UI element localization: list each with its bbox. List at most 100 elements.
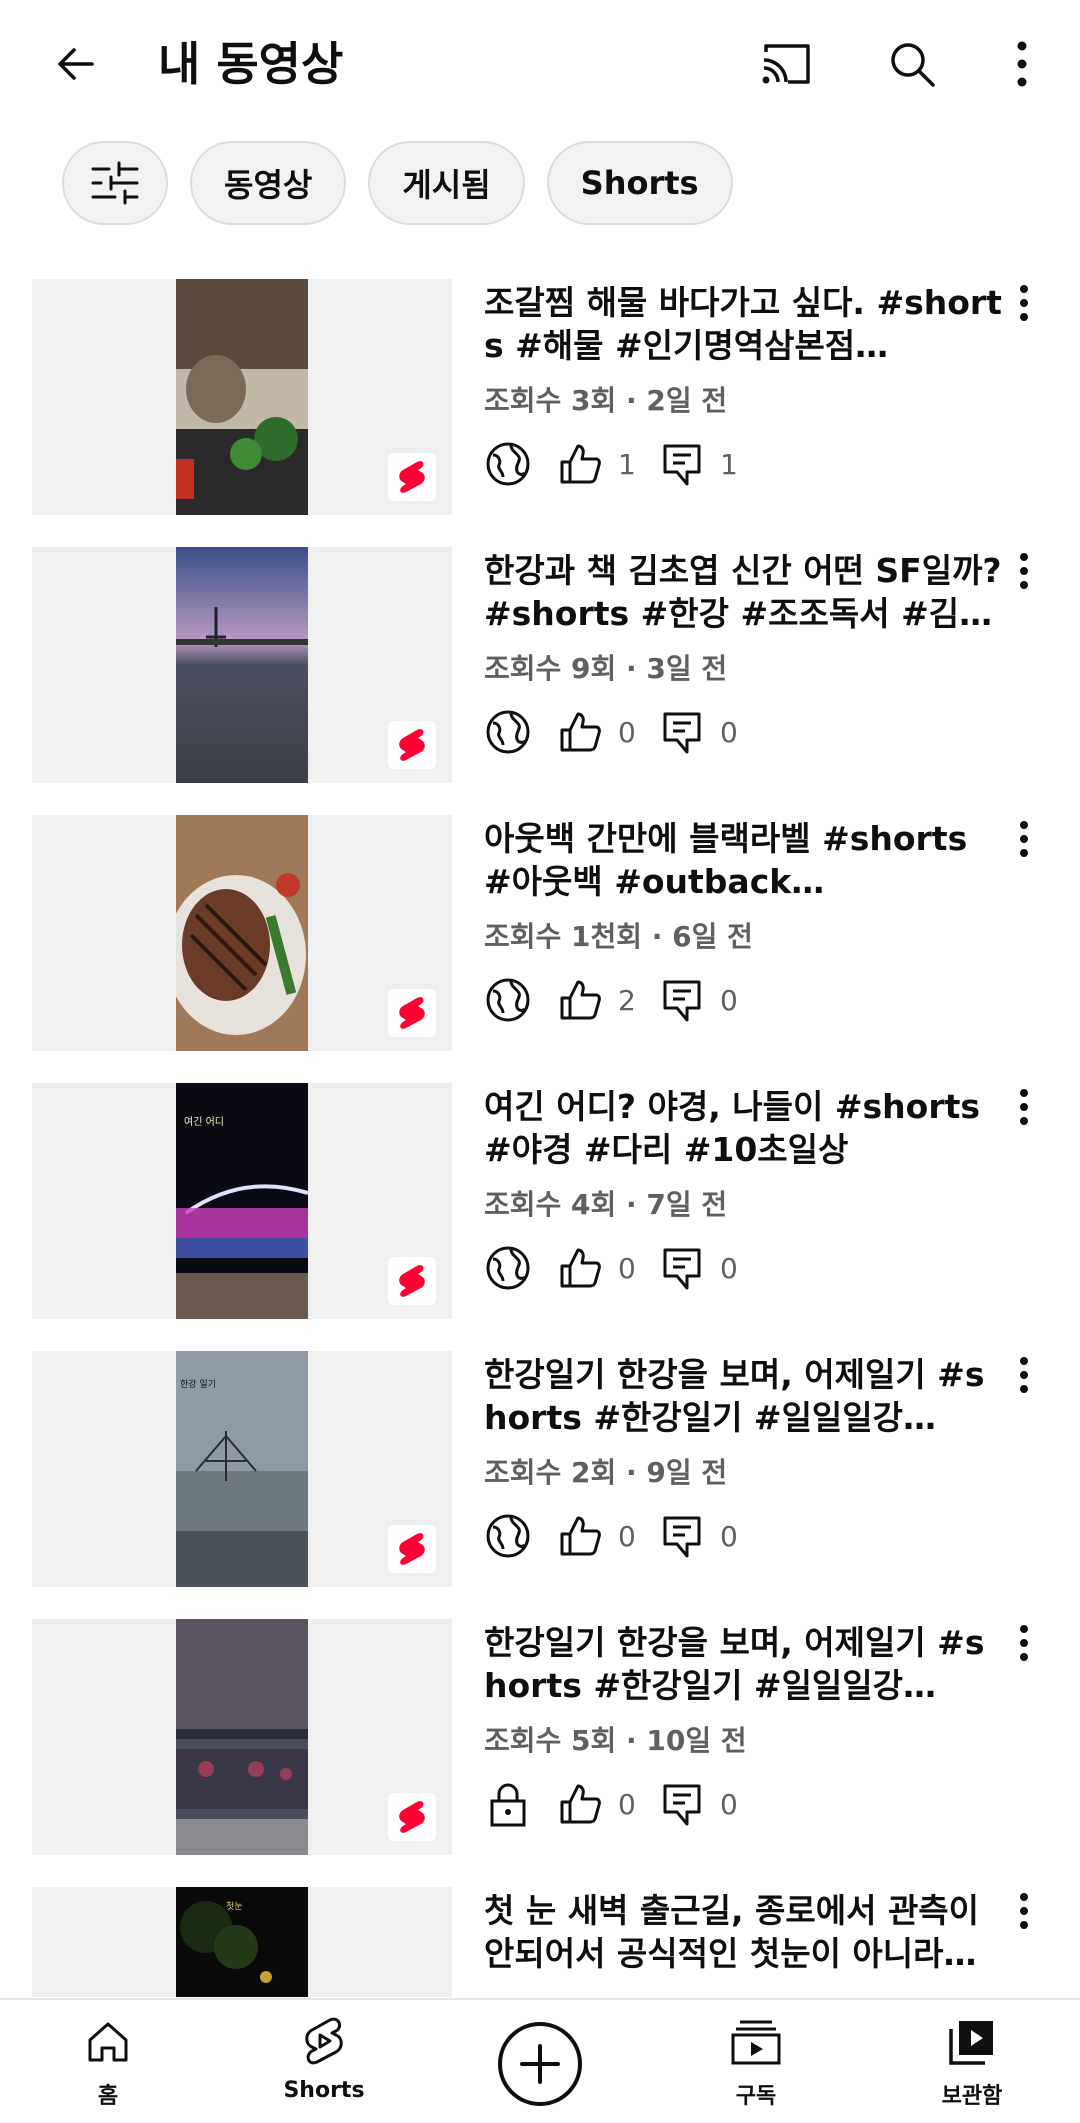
video-meta: 조회수 1천회 · 6일 전 <box>484 920 753 953</box>
video-title[interactable]: 여긴 어디? 야경, 나들이 #shorts #야경 #다리 #10초일상 <box>484 1085 1004 1171</box>
video-item[interactable]: 한강 일기 한강일기 한강을 보며, 어제일기 #shorts #한강일기 #일… <box>0 1351 1080 1587</box>
create-button[interactable] <box>498 2022 582 2106</box>
video-item[interactable]: 한강일기 한강을 보며, 어제일기 #shorts #한강일기 #일일일강… 조… <box>0 1619 1080 1855</box>
like-count: 0 <box>618 1251 636 1285</box>
video-more-button[interactable] <box>1006 279 1042 327</box>
nav-subscriptions[interactable]: 구독 <box>676 2014 836 2118</box>
video-thumbnail[interactable] <box>32 815 452 1051</box>
video-more-button[interactable] <box>1006 1887 1042 1935</box>
thumbnail-image: 첫눈 <box>176 1887 308 1997</box>
like-count: 0 <box>618 1787 636 1821</box>
video-title[interactable]: 조갈찜 해물 바다가고 싶다. #shorts #해물 #인기명역삼본점… <box>484 281 1004 367</box>
library-icon <box>944 2014 1000 2070</box>
cast-button[interactable] <box>750 28 822 100</box>
nav-library[interactable]: 보관함 <box>892 2014 1052 2118</box>
thumb-up-icon <box>556 1512 604 1560</box>
video-more-button[interactable] <box>1006 1351 1042 1399</box>
comment-icon <box>658 1512 706 1560</box>
video-thumbnail[interactable] <box>32 1619 452 1855</box>
chip-posted[interactable]: 게시됨 <box>368 141 525 225</box>
video-meta: 조회수 2회 · 9일 전 <box>484 1456 728 1489</box>
video-meta: 조회수 5회 · 10일 전 <box>484 1724 747 1757</box>
shorts-icon <box>296 2014 352 2070</box>
video-thumbnail[interactable] <box>32 547 452 783</box>
video-title[interactable]: 아웃백 간만에 블랙라벨 #shorts #아웃백 #outback… <box>484 817 1004 903</box>
page-title: 내 동영상 <box>158 37 344 91</box>
thumbnail-image: 한강 일기 <box>176 1351 308 1587</box>
comment-icon <box>658 1244 706 1292</box>
comment-count: 0 <box>720 983 738 1017</box>
video-thumbnail[interactable] <box>32 279 452 515</box>
video-title[interactable]: 한강과 책 김초엽 신간 어떤 SF일까? #shorts #한강 #조조독서 … <box>484 549 1004 635</box>
thumbnail-image <box>176 1619 308 1855</box>
home-icon <box>80 2014 136 2070</box>
comment-count: 0 <box>720 1251 738 1285</box>
svg-text:첫눈: 첫눈 <box>226 1901 243 1912</box>
comment-icon <box>658 440 706 488</box>
chip-videos[interactable]: 동영상 <box>190 141 347 225</box>
video-item[interactable]: 한강과 책 김초엽 신간 어떤 SF일까? #shorts #한강 #조조독서 … <box>0 547 1080 783</box>
shorts-logo-icon <box>399 729 425 761</box>
nav-shorts[interactable]: Shorts <box>244 2014 404 2118</box>
video-item[interactable]: 여긴 어디 여긴 어디? 야경, 나들이 #shorts #야경 #다리 #10… <box>0 1083 1080 1319</box>
filter-chips: 동영상 게시됨 Shorts <box>62 141 733 227</box>
shorts-badge <box>388 1525 436 1573</box>
video-more-button[interactable] <box>1006 815 1042 863</box>
thumbnail-image <box>176 815 308 1051</box>
subscriptions-icon <box>728 2014 784 2070</box>
video-stats: 0 0 <box>484 1243 760 1293</box>
thumb-up-icon <box>556 1244 604 1292</box>
lock-icon <box>484 1780 532 1828</box>
video-item[interactable]: 첫눈 첫 눈 새벽 출근길, 종로에서 관측이 안되어서 공식적인 첫눈이 아니… <box>0 1887 1080 1997</box>
cast-icon <box>762 44 810 84</box>
search-button[interactable] <box>876 28 948 100</box>
svg-text:여긴 어디: 여긴 어디 <box>184 1116 224 1128</box>
video-item[interactable]: 아웃백 간만에 블랙라벨 #shorts #아웃백 #outback… 조회수 … <box>0 815 1080 1051</box>
comment-count: 0 <box>720 1519 738 1553</box>
video-thumbnail[interactable]: 첫눈 <box>32 1887 452 1997</box>
bottom-navigation: 홈 Shorts 구독 보관함 <box>0 1998 1080 2123</box>
more-vert-icon <box>1020 821 1028 857</box>
thumb-up-icon <box>556 440 604 488</box>
back-button[interactable] <box>40 28 112 100</box>
more-options-button[interactable] <box>986 28 1058 100</box>
shorts-logo-icon <box>399 1265 425 1297</box>
more-vert-icon <box>1020 1893 1028 1929</box>
more-vert-icon <box>1020 1357 1028 1393</box>
video-more-button[interactable] <box>1006 547 1042 595</box>
thumb-up-icon <box>556 708 604 756</box>
shorts-logo-icon <box>399 997 425 1029</box>
tune-icon <box>91 161 139 205</box>
video-title[interactable]: 한강일기 한강을 보며, 어제일기 #shorts #한강일기 #일일일강… <box>484 1353 1004 1439</box>
video-item[interactable]: 조갈찜 해물 바다가고 싶다. #shorts #해물 #인기명역삼본점… 조회… <box>0 279 1080 515</box>
video-title[interactable]: 첫 눈 새벽 출근길, 종로에서 관측이 안되어서 공식적인 첫눈이 아니라… <box>484 1889 1004 1975</box>
video-thumbnail[interactable]: 한강 일기 <box>32 1351 452 1587</box>
globe-icon <box>484 440 532 488</box>
nav-home[interactable]: 홈 <box>28 2014 188 2118</box>
video-thumbnail[interactable]: 여긴 어디 <box>32 1083 452 1319</box>
more-vert-icon <box>1020 553 1028 589</box>
video-stats: 2 0 <box>484 975 760 1025</box>
thumb-up-icon <box>556 1780 604 1828</box>
comment-count: 1 <box>720 447 738 481</box>
shorts-badge <box>388 1793 436 1841</box>
comment-icon <box>658 1780 706 1828</box>
filter-settings-chip[interactable] <box>62 141 168 225</box>
globe-icon <box>484 1244 532 1292</box>
video-more-button[interactable] <box>1006 1619 1042 1667</box>
video-stats: 0 0 <box>484 1511 760 1561</box>
video-title[interactable]: 한강일기 한강을 보며, 어제일기 #shorts #한강일기 #일일일강… <box>484 1621 1004 1707</box>
search-icon <box>891 43 935 87</box>
comment-count: 0 <box>720 715 738 749</box>
thumbnail-image: 여긴 어디 <box>176 1083 308 1319</box>
comment-icon <box>658 708 706 756</box>
shorts-logo-icon <box>399 1801 425 1833</box>
video-more-button[interactable] <box>1006 1083 1042 1131</box>
like-count: 2 <box>618 983 636 1017</box>
comment-icon <box>658 976 706 1024</box>
thumbnail-image <box>176 547 308 783</box>
chip-shorts[interactable]: Shorts <box>546 141 733 225</box>
more-vert-icon <box>1020 1089 1028 1125</box>
video-meta: 조회수 4회 · 7일 전 <box>484 1188 728 1221</box>
video-stats: 0 0 <box>484 707 760 757</box>
